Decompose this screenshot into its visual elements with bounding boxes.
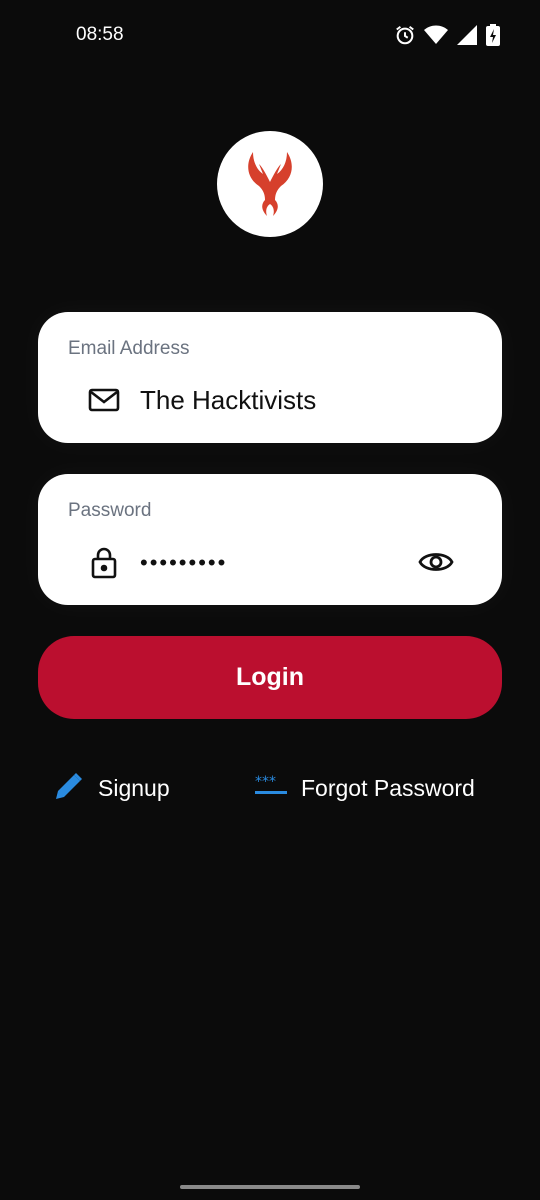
alarm-icon [394,24,416,46]
password-field-card[interactable]: Password ••••••••• [38,474,502,605]
wifi-icon [424,25,448,45]
email-input[interactable]: The Hacktivists [140,385,400,416]
devil-horns-logo [248,152,292,216]
signup-label: Signup [98,774,170,801]
status-time: 08:58 [76,24,124,45]
gesture-nav-handle[interactable] [180,1185,360,1189]
login-button[interactable]: Login [38,636,502,719]
status-bar: 08:58 [0,0,540,72]
email-label: Email Address [68,338,190,359]
forgot-password-link[interactable]: *** Forgot Password [255,768,475,808]
lock-icon [88,546,120,579]
signal-icon [456,24,478,46]
email-field-card[interactable]: Email Address The Hacktivists [38,312,502,443]
login-screen: 08:58 Email Address The Hacktivists Pass… [0,0,540,1200]
pencil-icon [54,771,84,806]
signup-link[interactable]: Signup [54,768,170,808]
eye-icon[interactable] [418,547,454,577]
svg-text:***: *** [255,775,276,790]
password-label: Password [68,500,152,521]
mail-icon [88,384,120,416]
battery-charging-icon [486,24,500,46]
password-dots-icon: *** [255,774,287,802]
status-icons [394,24,500,46]
forgot-password-label: Forgot Password [301,774,475,801]
password-input[interactable]: ••••••••• [140,550,400,576]
app-logo [217,131,323,237]
